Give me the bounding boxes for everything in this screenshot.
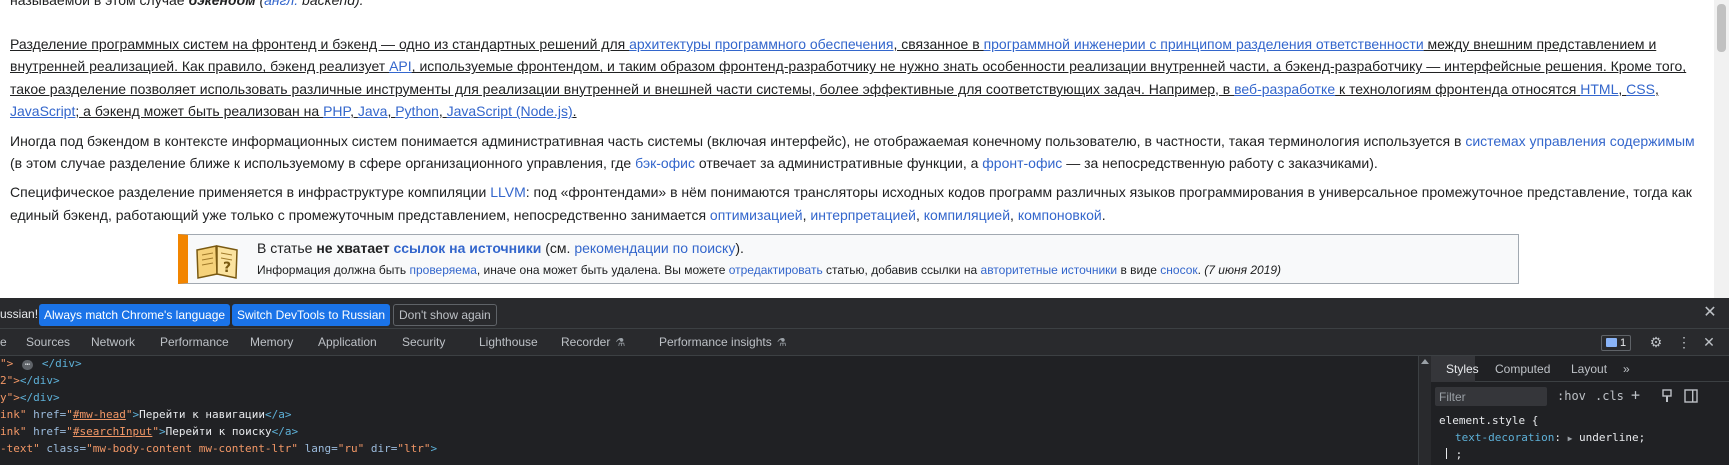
ellipsis-toggle[interactable]: ⋯: [21, 360, 34, 370]
element-style-selector[interactable]: element.style {: [1439, 414, 1538, 427]
dom-line[interactable]: ink" href="#mw-head">Перейти к навигации…: [0, 407, 291, 423]
styles-sidebar: Styles Computed Layout » :hov .cls + ele…: [1431, 356, 1729, 465]
link-verifiable[interactable]: проверяема: [409, 263, 476, 277]
dom-line[interactable]: y"></div>: [0, 390, 60, 406]
dom-line[interactable]: ink" href="#searchInput">Перейти к поиск…: [0, 424, 298, 440]
close-devtools-icon[interactable]: ✕: [1700, 333, 1718, 351]
link-back-office[interactable]: бэк-офис: [635, 155, 695, 171]
tab-application[interactable]: Application: [318, 335, 377, 349]
link-software-architecture[interactable]: архитектуры программного обеспечения: [629, 36, 893, 52]
devtools-tab-bar: e Sources Network Performance Memory App…: [0, 329, 1729, 356]
link-javascript[interactable]: JavaScript: [10, 103, 75, 119]
css-property-name[interactable]: text-decoration: [1455, 431, 1554, 444]
lang-abbr-link[interactable]: англ.: [264, 0, 298, 8]
link-api[interactable]: API: [389, 58, 412, 74]
close-icon[interactable]: ✕: [1701, 304, 1719, 322]
styles-filter[interactable]: [1435, 387, 1547, 406]
style-declaration[interactable]: text-decoration: ▶ underline;: [1455, 431, 1645, 444]
link-css[interactable]: CSS: [1626, 81, 1655, 97]
more-options-icon[interactable]: ⋮: [1675, 333, 1693, 351]
scroll-up-arrow-icon[interactable]: [1421, 359, 1429, 364]
link-java[interactable]: Java: [358, 103, 388, 119]
dom-line[interactable]: "> ⋯ </div>: [0, 356, 82, 372]
top-fragment: называемой в этом случае бэкендом (англ.…: [10, 0, 1700, 11]
link-reliable-sources[interactable]: авторитетные источники: [981, 263, 1118, 277]
tab-layout[interactable]: Layout: [1571, 362, 1607, 376]
paragraph-frontend-backend: Разделение программных систем на фронтен…: [10, 36, 1687, 120]
issues-message-icon: [1606, 338, 1617, 347]
text-caret: [1446, 448, 1447, 459]
link-search-guidelines[interactable]: рекомендации по поиску: [574, 240, 735, 256]
link-html[interactable]: HTML: [1580, 81, 1618, 97]
dom-line[interactable]: -text" class="mw-body-content mw-content…: [0, 441, 437, 457]
notice-line-1: В статье не хватает ссылок на источники …: [257, 240, 744, 256]
svg-text:?: ?: [223, 260, 231, 276]
styles-filter-input[interactable]: [1435, 387, 1547, 406]
more-tabs-chevron-icon[interactable]: »: [1623, 362, 1630, 376]
language-infobar: ussian! Always match Chrome's language S…: [0, 298, 1729, 329]
link-optimization[interactable]: оптимизацией: [710, 207, 803, 223]
link-compilation[interactable]: компиляцией: [924, 207, 1010, 223]
elements-dom-tree[interactable]: "> ⋯ </div> 2"></div> y"></div> ink" hre…: [0, 356, 1418, 465]
experiment-flask-icon: ⚗: [615, 337, 626, 349]
link-llvm[interactable]: LLVM: [490, 184, 526, 200]
tab-lighthouse[interactable]: Lighthouse: [479, 335, 538, 349]
article-body: Разделение программных систем на фронтен…: [10, 33, 1700, 233]
dom-line[interactable]: 2"></div>: [0, 373, 60, 389]
settings-gear-icon[interactable]: ⚙: [1647, 333, 1665, 351]
tab-recorder[interactable]: Recorder ⚗: [561, 335, 625, 349]
link-nodejs[interactable]: JavaScript (Node.js): [447, 103, 573, 119]
link-cms[interactable]: системах управления содержимым: [1465, 133, 1694, 149]
link-footnotes[interactable]: сносок: [1160, 263, 1197, 277]
toggle-sidebar-icon[interactable]: [1684, 389, 1698, 403]
paragraph-admin-backend: Иногда под бэкендом в контексте информац…: [10, 132, 1695, 172]
link-python[interactable]: Python: [395, 103, 439, 119]
tab-styles[interactable]: Styles: [1446, 362, 1479, 376]
tab-computed[interactable]: Computed: [1495, 362, 1550, 376]
tab-security[interactable]: Security: [402, 335, 445, 349]
styles-sidebar-tabs: Styles Computed Layout »: [1431, 356, 1729, 382]
href-link-search-input[interactable]: #searchInput: [73, 425, 152, 438]
switch-devtools-language-button[interactable]: Switch DevTools to Russian: [232, 304, 391, 326]
link-front-office[interactable]: фронт-офис: [982, 155, 1062, 171]
missing-sources-notice: ? В статье не хватает ссылок на источник…: [178, 234, 1519, 284]
issues-counter-button[interactable]: 1: [1601, 335, 1632, 351]
devtools-panel: ussian! Always match Chrome's language S…: [0, 298, 1729, 465]
class-toggle[interactable]: .cls: [1595, 389, 1624, 403]
tab-performance-insights[interactable]: Performance insights ⚗: [659, 335, 787, 349]
book-icon: ?: [196, 245, 238, 279]
css-property-value[interactable]: underline;: [1572, 431, 1645, 444]
tab-memory[interactable]: Memory: [250, 335, 293, 349]
dont-show-again-button[interactable]: Don't show again: [393, 304, 497, 326]
link-edit[interactable]: отредактировать: [729, 263, 823, 277]
tab-network[interactable]: Network: [91, 335, 135, 349]
notice-date: (7 июня 2019): [1204, 263, 1282, 277]
language-infobar-message: ussian!: [0, 307, 39, 321]
tab-elements[interactable]: e: [0, 335, 7, 349]
link-interpretation[interactable]: интерпретацией: [810, 207, 916, 223]
elements-scrollbar[interactable]: [1419, 356, 1431, 465]
article-page: называемой в этом случае бэкендом (англ.…: [0, 0, 1729, 298]
paragraph-llvm: Специфическое разделение применяется в и…: [10, 184, 1692, 223]
paint-brush-icon[interactable]: [1660, 389, 1674, 403]
link-separation-of-concerns[interactable]: программной инженерии с принципом раздел…: [984, 36, 1424, 52]
link-linking[interactable]: компоновкой: [1018, 207, 1102, 223]
tab-sources[interactable]: Sources: [26, 335, 70, 349]
notice-line-2: Информация должна быть проверяема, иначе…: [257, 263, 1282, 277]
page-scrollbar[interactable]: [1714, 0, 1729, 298]
hover-state-toggle[interactable]: :hov: [1557, 389, 1586, 403]
always-match-language-button[interactable]: Always match Chrome's language: [39, 304, 231, 326]
experiment-flask-icon: ⚗: [776, 337, 787, 349]
href-link-mw-head[interactable]: #mw-head: [73, 408, 126, 421]
tab-performance[interactable]: Performance: [160, 335, 229, 349]
link-sources[interactable]: ссылок на источники: [393, 240, 541, 256]
link-php[interactable]: PHP: [323, 103, 350, 119]
style-edit-line[interactable]: ;: [1446, 448, 1462, 461]
new-style-rule-plus-icon[interactable]: +: [1631, 386, 1640, 404]
page-scrollbar-thumb[interactable]: [1717, 4, 1726, 52]
link-web-development[interactable]: веб-разработке: [1234, 81, 1335, 97]
